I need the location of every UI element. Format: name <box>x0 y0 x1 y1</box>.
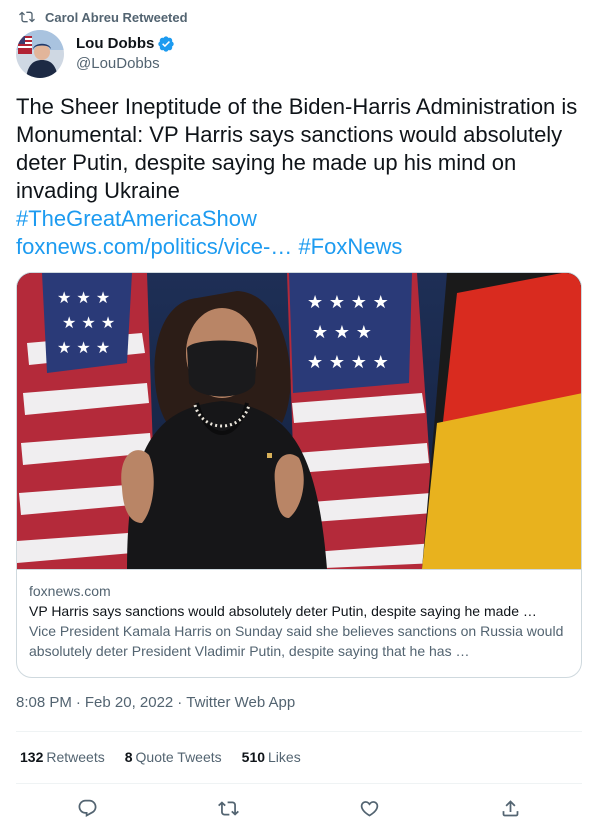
tweet-author: Lou Dobbs @LouDobbs <box>16 30 175 78</box>
share-icon <box>502 799 518 816</box>
retweet-context-label: Carol Abreu Retweeted <box>45 9 188 25</box>
likes-count: 510 <box>241 749 266 765</box>
verified-badge-icon <box>158 36 175 52</box>
tweet-body: The Sheer Ineptitude of the Biden-Harris… <box>16 94 578 203</box>
tweet-meta: 8:08 PM · Feb 20, 2022 · Twitter Web App <box>16 694 299 711</box>
meta-separator: · <box>75 694 81 711</box>
retweets-count: 132 <box>20 749 44 765</box>
svg-text:★ ★ ★: ★ ★ ★ <box>62 313 115 332</box>
tweet-source[interactable]: Twitter Web App <box>186 694 295 711</box>
link-preview-card[interactable]: ★ ★ ★ ★ ★ ★ ★ ★ ★ ★ ★ ★ ★ ★ ★ ★ ★ ★ ★ ★ <box>16 272 582 678</box>
card-description: Vice President Kamala Harris on Sunday s… <box>29 623 564 659</box>
divider <box>16 783 582 784</box>
tweet-date[interactable]: Feb 20, 2022 <box>85 694 173 711</box>
tweet-text: The Sheer Ineptitude of the Biden-Harris… <box>16 93 582 261</box>
card-body[interactable]: foxnews.com VP Harris says sanctions wou… <box>17 569 581 661</box>
retweet-icon <box>217 800 239 816</box>
card-title: VP Harris says sanctions would absolutel… <box>29 603 537 619</box>
svg-text:★ ★ ★: ★ ★ ★ <box>312 322 372 343</box>
tweet-time[interactable]: 8:08 PM <box>16 694 72 711</box>
hashtag-link[interactable]: #TheGreatAmericaShow <box>16 206 257 231</box>
like-button[interactable] <box>354 793 384 823</box>
heart-icon <box>360 800 378 817</box>
quote-tweets-count: 8 <box>124 749 133 765</box>
hashtag-link[interactable]: #FoxNews <box>298 234 402 259</box>
tweet-stats: 132 Retweets 8 Quote Tweets 510 Likes <box>20 749 321 765</box>
retweet-icon <box>19 11 35 23</box>
retweet-button[interactable] <box>213 793 243 823</box>
retweet-context[interactable]: Carol Abreu Retweeted <box>19 8 188 26</box>
card-domain: foxnews.com <box>29 583 111 599</box>
author-handle[interactable]: @LouDobbs <box>76 54 175 74</box>
tweet-page: Carol Abreu Retweeted Lou Dobbs @LouDobb… <box>0 0 598 831</box>
quote-tweets-stat[interactable]: 8 Quote Tweets <box>125 749 222 765</box>
tweet-actions <box>0 793 598 823</box>
avatar[interactable] <box>16 30 64 78</box>
author-display-name[interactable]: Lou Dobbs <box>76 34 154 54</box>
reply-button[interactable] <box>72 793 102 823</box>
quote-tweets-label: Quote Tweets <box>135 749 222 765</box>
retweets-stat[interactable]: 132 Retweets <box>20 749 105 765</box>
svg-text:★ ★ ★: ★ ★ ★ <box>57 288 110 307</box>
share-button[interactable] <box>495 793 525 823</box>
likes-label: Likes <box>268 749 301 765</box>
svg-text:★ ★ ★: ★ ★ ★ <box>57 338 110 357</box>
svg-text:★ ★ ★ ★: ★ ★ ★ ★ <box>307 292 389 313</box>
reply-icon <box>78 799 96 817</box>
retweets-label: Retweets <box>46 749 105 765</box>
card-image[interactable]: ★ ★ ★ ★ ★ ★ ★ ★ ★ ★ ★ ★ ★ ★ ★ ★ ★ ★ ★ ★ <box>17 273 581 569</box>
article-url-link[interactable]: foxnews.com/politics/vice-… <box>16 234 292 259</box>
svg-text:★ ★ ★ ★: ★ ★ ★ ★ <box>307 352 389 373</box>
likes-stat[interactable]: 510 Likes <box>242 749 301 765</box>
meta-separator: · <box>177 694 183 711</box>
divider <box>16 731 582 732</box>
